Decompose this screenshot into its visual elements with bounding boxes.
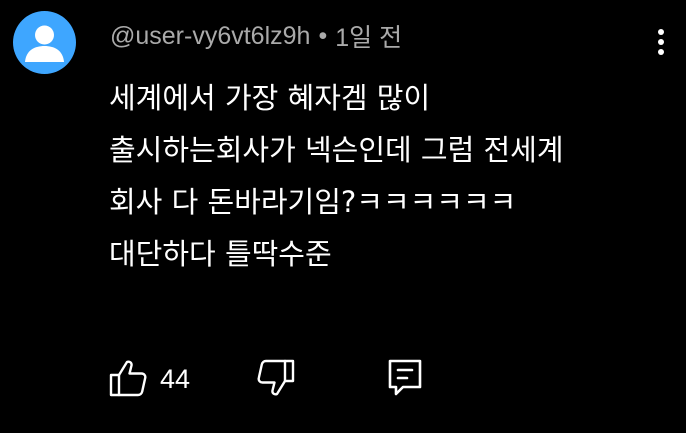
comment-header: @user-vy6vt6lz9h • 1일 전	[110, 16, 402, 56]
comment-text: 세계에서 가장 혜자겜 많이 출시하는회사가 넥슨인데 그럼 전세계 회사 다 …	[109, 72, 669, 280]
comment-reply-icon	[388, 359, 422, 396]
like-count: 44	[160, 364, 191, 394]
avatar[interactable]	[13, 11, 76, 74]
comment-thread-item: @user-vy6vt6lz9h • 1일 전 세계에서 가장 혜자겜 많이 출…	[0, 0, 686, 433]
default-user-avatar-icon	[25, 25, 64, 62]
comment-text-line: 대단하다 틀딱수준	[109, 237, 332, 271]
like-button[interactable]	[108, 358, 148, 398]
header-separator: •	[318, 21, 328, 50]
comment-text-line: 출시하는회사가 넥슨인데 그럼 전세계	[109, 133, 564, 167]
dislike-button[interactable]	[256, 358, 296, 398]
thumbs-up-icon	[109, 360, 147, 397]
thumbs-down-icon	[257, 359, 295, 396]
comment-timestamp[interactable]: 1일 전	[335, 18, 402, 54]
author-name[interactable]: @user-vy6vt6lz9h	[110, 22, 310, 51]
comment-action-bar: 44	[0, 350, 686, 406]
comment-text-line: 회사 다 돈바라기임?ㅋㅋㅋㅋㅋㅋ	[109, 185, 517, 219]
reply-button[interactable]	[384, 357, 426, 399]
comment-text-line: 세계에서 가장 혜자겜 많이	[109, 81, 431, 115]
more-vertical-icon	[658, 29, 664, 55]
more-options-button[interactable]	[651, 26, 671, 62]
